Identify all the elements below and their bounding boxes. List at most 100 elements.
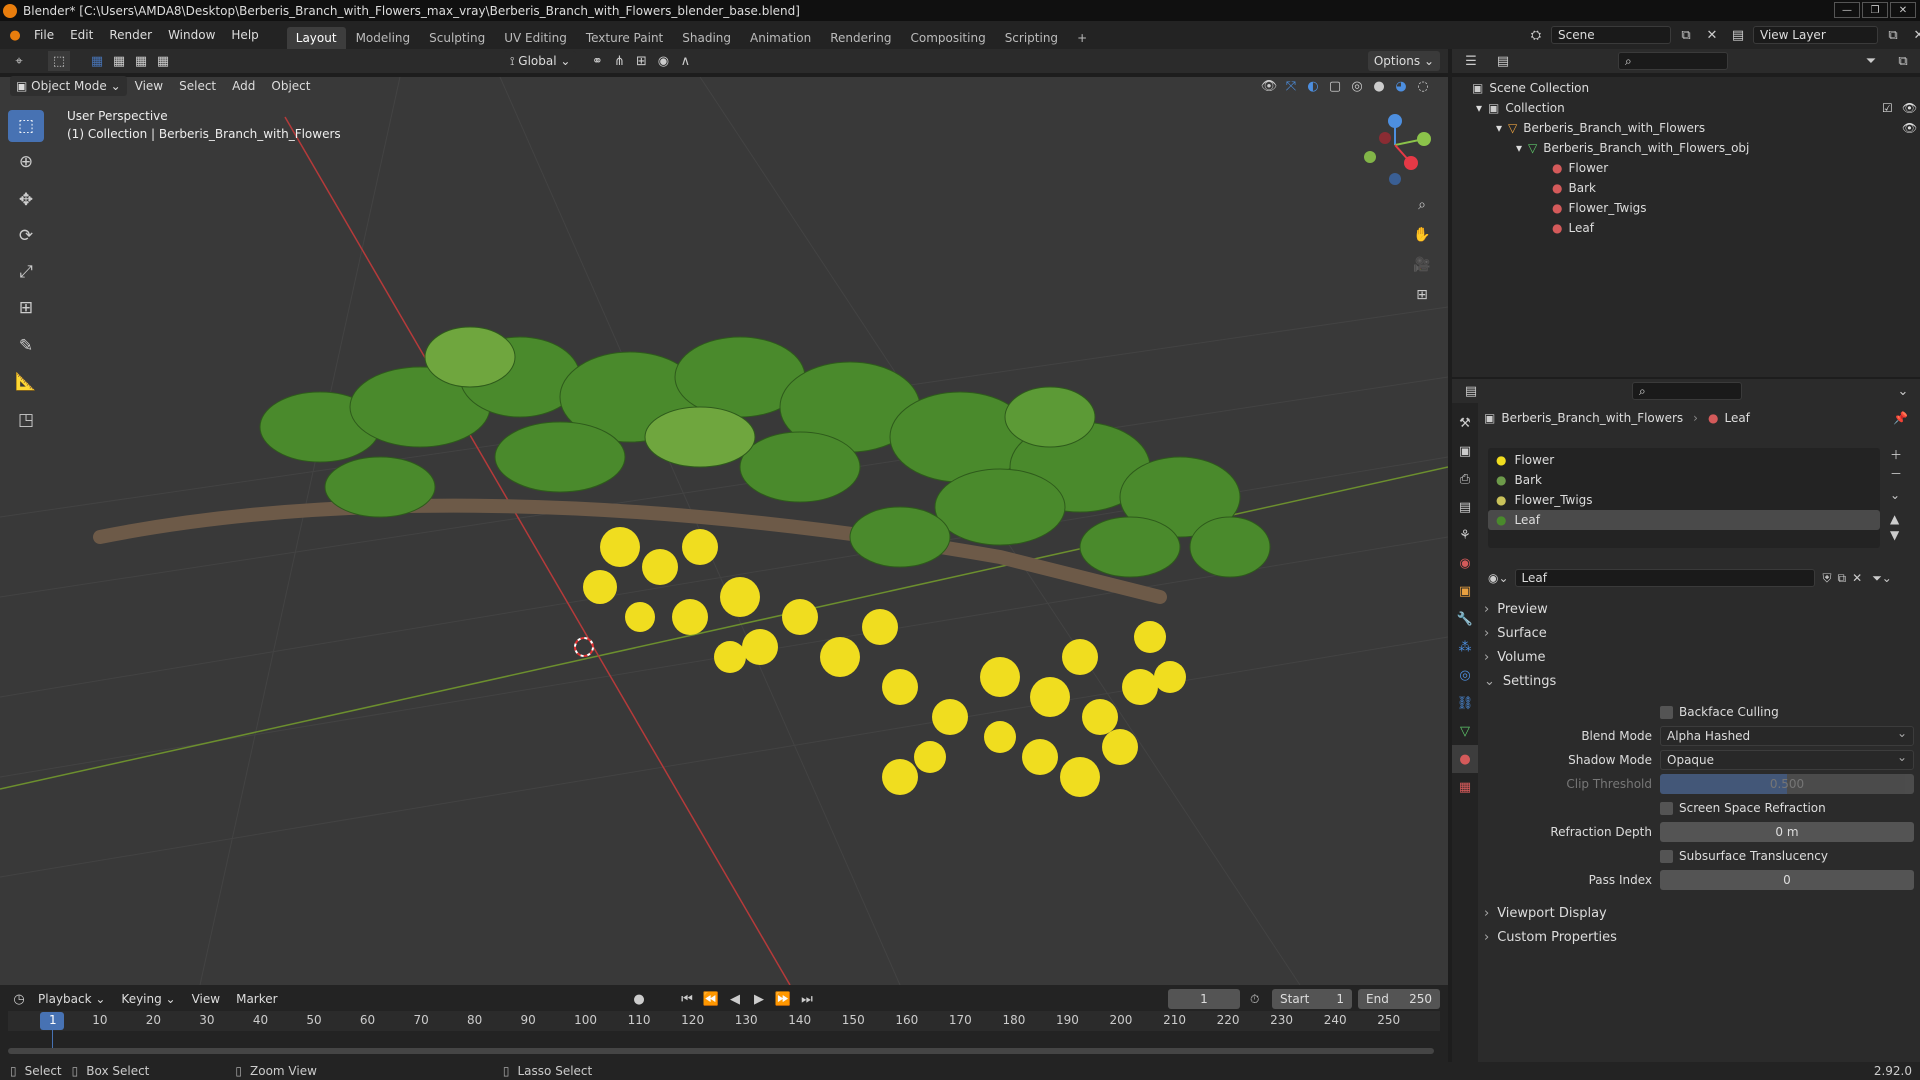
material-slot[interactable]: ● Bark — [1488, 470, 1880, 490]
3d-viewport[interactable]: User Perspective (1) Collection | Berber… — [0, 77, 1448, 985]
solid-shading-icon[interactable]: ● — [1368, 76, 1390, 96]
browse-material-icon[interactable]: ◉⌄ — [1488, 571, 1509, 585]
pivot-icon[interactable]: ⚭ — [586, 51, 608, 71]
output-tab-icon[interactable]: ⎙ — [1452, 465, 1478, 493]
modifier-tab-icon[interactable]: 🔧 — [1452, 605, 1478, 633]
fake-user-icon[interactable]: ⛨ — [1823, 571, 1832, 586]
mode-intersect-icon[interactable]: ▦ — [152, 51, 174, 71]
start-frame-field[interactable]: Start 1 — [1272, 989, 1352, 1009]
jump-end-icon[interactable]: ⏭ — [796, 989, 818, 1009]
blend-mode-dropdown[interactable]: Alpha Hashed — [1660, 724, 1914, 746]
play-icon[interactable]: ▶ — [748, 989, 770, 1009]
play-reverse-icon[interactable]: ◀ — [724, 989, 746, 1009]
world-tab-icon[interactable]: ◉ — [1452, 549, 1478, 577]
add-slot-icon[interactable]: ＋ — [1890, 446, 1902, 463]
visibility-icon[interactable]: 👁 — [1258, 76, 1280, 96]
scene-tab-icon[interactable]: ⚘ — [1452, 521, 1478, 549]
snap-icon[interactable]: ⋔ — [608, 51, 630, 71]
new-collection-icon[interactable]: ⧉ — [1892, 51, 1914, 71]
rotate-tool-icon[interactable]: ⟳ — [8, 220, 44, 252]
mode-dropdown[interactable]: ▣ Object Mode ⌄ — [10, 76, 127, 96]
collection-checkbox-icon[interactable]: ☑ — [1882, 98, 1893, 118]
outliner-search-input[interactable]: ⌕ — [1618, 52, 1728, 70]
menu-help[interactable]: Help — [223, 25, 266, 45]
outliner-material[interactable]: ● Flower — [1452, 158, 1920, 178]
gizmo-icon[interactable]: ⤧ — [1280, 76, 1302, 96]
panel-preview[interactable]: › Preview — [1484, 598, 1914, 622]
unlink-material-icon[interactable]: ✕ — [1852, 571, 1862, 585]
zoom-icon[interactable]: ⌕ — [1409, 192, 1435, 218]
pan-hand-icon[interactable]: ✋ — [1409, 222, 1435, 248]
overlay-icon[interactable]: ◐ — [1302, 76, 1324, 96]
menu-file[interactable]: File — [26, 25, 62, 45]
falloff-icon[interactable]: ∧ — [674, 51, 696, 71]
outliner-material[interactable]: ● Flower_Twigs — [1452, 198, 1920, 218]
tab-sculpting[interactable]: Sculpting — [420, 27, 494, 49]
outliner-material[interactable]: ● Leaf — [1452, 218, 1920, 238]
clip-threshold-slider[interactable]: 0.500 — [1660, 774, 1914, 794]
render-tab-icon[interactable]: ▣ — [1452, 437, 1478, 465]
record-icon[interactable]: ● — [628, 989, 650, 1009]
object-eye-icon[interactable]: 👁 — [1902, 118, 1917, 138]
collection-eye-icon[interactable]: 👁 — [1902, 98, 1917, 118]
proportional-edit-icon[interactable]: ◉ — [652, 51, 674, 71]
tool-tab-icon[interactable]: ⚒ — [1452, 409, 1478, 437]
properties-search-input[interactable]: ⌕ — [1632, 382, 1742, 400]
new-scene-icon[interactable]: ⧉ — [1675, 25, 1697, 45]
display-mode-icon[interactable]: ▤ — [1492, 51, 1514, 71]
filter-icon[interactable]: ⏷ — [1860, 51, 1882, 71]
timeline-menu-view[interactable]: View — [184, 989, 228, 1009]
viewport-menu-view[interactable]: View — [127, 76, 171, 96]
tab-layout[interactable]: Layout — [286, 27, 346, 49]
orientation-dropdown[interactable]: ⟟ Global ⌄ — [504, 51, 577, 71]
panel-viewport-display[interactable]: › Viewport Display — [1484, 902, 1914, 926]
particles-tab-icon[interactable]: ⁂ — [1452, 633, 1478, 661]
perspective-toggle-icon[interactable]: ⊞ — [1409, 282, 1435, 308]
editor-type-icon[interactable]: ⌖ — [8, 51, 30, 71]
data-tab-icon[interactable]: ▽ — [1452, 717, 1478, 745]
add-cube-tool-icon[interactable]: ◳ — [8, 404, 44, 436]
view-layer-icon[interactable]: ▤ — [1727, 25, 1749, 45]
remove-view-layer-icon[interactable]: ✕ — [1908, 25, 1920, 45]
tab-modeling[interactable]: Modeling — [347, 27, 420, 49]
panel-volume[interactable]: › Volume — [1484, 646, 1914, 670]
menu-window[interactable]: Window — [160, 25, 223, 45]
outliner-collection[interactable]: ▾ ▣ Collection ☑ 👁 — [1452, 98, 1920, 118]
physics-tab-icon[interactable]: ◎ — [1452, 661, 1478, 689]
scale-tool-icon[interactable]: ⤢ — [8, 256, 44, 288]
options-dropdown[interactable]: Options ⌄ — [1367, 51, 1440, 71]
jump-start-icon[interactable]: ⏮ — [676, 989, 698, 1009]
new-view-layer-icon[interactable]: ⧉ — [1882, 25, 1904, 45]
view-layer-tab-icon[interactable]: ▤ — [1452, 493, 1478, 521]
remove-slot-icon[interactable]: － — [1890, 465, 1902, 482]
object-tab-icon[interactable]: ▣ — [1452, 577, 1478, 605]
checkbox[interactable] — [1660, 705, 1673, 719]
material-slot[interactable]: ● Flower — [1488, 450, 1880, 470]
move-tool-icon[interactable]: ✥ — [8, 184, 44, 216]
material-shading-icon[interactable]: ◕ — [1390, 76, 1412, 96]
timeline-menu-keying[interactable]: Keying ⌄ — [113, 989, 183, 1009]
outliner-object[interactable]: ▾ ▽ Berberis_Branch_with_Flowers 👁 — [1452, 118, 1920, 138]
wireframe-shading-icon[interactable]: ◎ — [1346, 76, 1368, 96]
remove-scene-icon[interactable]: ✕ — [1701, 25, 1723, 45]
navigation-gizmo[interactable] — [1364, 114, 1431, 185]
panel-settings[interactable]: ⌄ Settings — [1484, 670, 1914, 694]
pin-icon[interactable]: 📌 — [1893, 411, 1908, 425]
tab-texture-paint[interactable]: Texture Paint — [577, 27, 672, 49]
scene-icon[interactable]: ⛭ — [1525, 25, 1547, 45]
camera-view-icon[interactable]: 🎥 — [1409, 252, 1435, 278]
refraction-depth-field[interactable]: 0 m — [1660, 822, 1914, 842]
properties-options-icon[interactable]: ⌄ — [1892, 381, 1914, 401]
timeline-scrollbar[interactable] — [8, 1048, 1434, 1054]
end-frame-field[interactable]: End 250 — [1358, 989, 1440, 1009]
menu-render[interactable]: Render — [101, 25, 160, 45]
constraints-tab-icon[interactable]: ⛓ — [1452, 689, 1478, 717]
slot-specials-icon[interactable]: ⌄ — [1890, 488, 1902, 502]
minimize-button[interactable]: — — [1834, 2, 1860, 18]
snap-target-icon[interactable]: ⊞ — [630, 51, 652, 71]
material-slot[interactable]: ● Flower_Twigs — [1488, 490, 1880, 510]
annotate-tool-icon[interactable]: ✎ — [8, 330, 44, 362]
timeline-editor-icon[interactable]: ◷ — [8, 989, 30, 1009]
viewport-menu-select[interactable]: Select — [171, 76, 224, 96]
move-up-icon[interactable]: ▲ — [1890, 512, 1902, 526]
